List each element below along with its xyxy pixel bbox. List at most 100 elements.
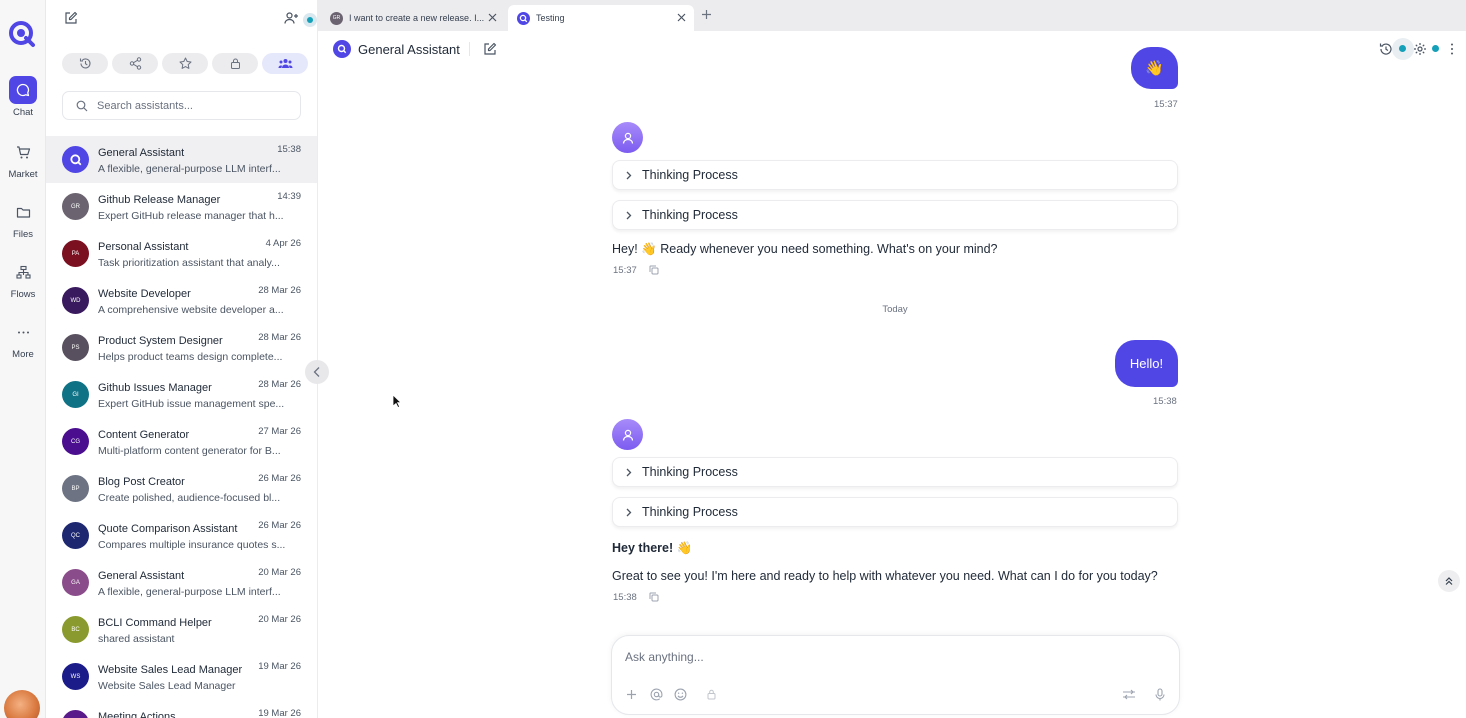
assistant-description: Task prioritization assistant that analy…	[98, 257, 280, 269]
history-icon[interactable]	[1379, 42, 1393, 56]
assistant-avatar: BP	[62, 475, 89, 502]
tab-testing[interactable]: Testing	[508, 5, 694, 31]
assistant-timestamp: 20 Mar 26	[258, 567, 301, 578]
chevron-left-icon	[313, 367, 320, 377]
assistant-list-item[interactable]: GA General Assistant A flexible, general-p…	[46, 559, 317, 606]
day-separator: Today	[882, 304, 908, 315]
assistant-list-item[interactable]: General Assistant A flexible, general-pur…	[46, 136, 317, 183]
assistant-avatar: BC	[62, 616, 89, 643]
assistant-description: Website Sales Lead Manager	[98, 680, 236, 692]
emoji-icon[interactable]	[674, 688, 687, 701]
assistant-timestamp: 28 Mar 26	[258, 332, 301, 343]
microphone-icon[interactable]	[1155, 688, 1165, 701]
rail-item-chat[interactable]: Chat	[0, 76, 46, 118]
rail-label: Files	[12, 229, 34, 240]
new-chat-icon[interactable]	[64, 11, 78, 25]
plus-icon[interactable]	[626, 689, 637, 700]
chevron-right-icon	[625, 171, 632, 180]
assistant-avatar: QC	[62, 522, 89, 549]
assistant-list: General Assistant A flexible, general-pur…	[46, 136, 317, 718]
user-avatar[interactable]	[4, 690, 40, 718]
assistant-timestamp: 19 Mar 26	[258, 661, 301, 672]
thinking-label: Thinking Process	[642, 505, 738, 519]
app-logo-icon[interactable]	[8, 20, 36, 48]
chevron-right-icon	[625, 508, 632, 517]
gear-icon[interactable]	[1413, 42, 1427, 56]
thinking-process-toggle[interactable]: Thinking Process	[612, 200, 1178, 230]
private-filter-tab[interactable]	[212, 53, 258, 74]
assistant-logo-icon	[333, 40, 351, 58]
assistant-avatar: GR	[62, 193, 89, 220]
assistant-name: Website Sales Lead Manager	[98, 664, 243, 676]
assistant-name: Quote Comparison Assistant	[98, 523, 238, 535]
assistant-timestamp: 28 Mar 26	[258, 285, 301, 296]
settings-toggle-icon[interactable]	[1122, 689, 1136, 700]
scroll-to-top-button[interactable]	[1438, 570, 1460, 592]
assistant-list-item[interactable]: QC Quote Comparison Assistant Compares mul…	[46, 512, 317, 559]
thinking-process-toggle[interactable]: Thinking Process	[612, 457, 1178, 487]
tab-release[interactable]: GR I want to create a new release. I...	[321, 5, 505, 31]
mention-icon[interactable]	[650, 688, 663, 701]
more-vertical-icon[interactable]	[1449, 42, 1455, 56]
history-filter-tab[interactable]	[62, 53, 108, 74]
assistant-timestamp: 26 Mar 26	[258, 520, 301, 531]
team-filter-tab[interactable]	[262, 53, 308, 74]
assistant-avatar: WD	[62, 287, 89, 314]
assistant-filter-tabs	[62, 53, 308, 74]
rail-item-flows[interactable]: Flows	[0, 258, 46, 300]
user-icon	[622, 429, 633, 441]
folder-icon	[9, 198, 37, 226]
message-input[interactable]	[625, 650, 1145, 664]
assistant-name: Github Issues Manager	[98, 382, 212, 394]
user-message: 👋	[1131, 47, 1178, 89]
assistant-message-text: Hey! 👋 Ready whenever you need something…	[612, 242, 998, 256]
close-icon[interactable]	[677, 13, 686, 22]
new-tab-icon[interactable]	[701, 9, 712, 20]
assistant-description: Multi-platform content generator for B..…	[98, 445, 281, 457]
tab-title: Testing	[536, 13, 565, 23]
rail-item-more[interactable]: More	[0, 318, 46, 360]
assistant-name: Website Developer	[98, 288, 191, 300]
chat-title[interactable]: General Assistant	[358, 42, 460, 57]
assistant-avatar: GI	[62, 381, 89, 408]
assistant-search[interactable]	[62, 91, 301, 120]
thinking-process-toggle[interactable]: Thinking Process	[612, 160, 1178, 190]
assistant-name: General Assistant	[98, 147, 185, 159]
assistant-description: Expert GitHub release manager that h...	[98, 210, 284, 222]
assistant-list-item[interactable]: GI Github Issues Manager Expert GitHub iss…	[46, 371, 317, 418]
thinking-process-toggle[interactable]: Thinking Process	[612, 497, 1178, 527]
assistant-logo-icon	[62, 146, 89, 173]
favorites-filter-tab[interactable]	[162, 53, 208, 74]
assistant-message-text: Great to see you! I'm here and ready to …	[612, 569, 1158, 583]
assistant-timestamp: 19 Mar 26	[258, 708, 301, 718]
shared-filter-tab[interactable]	[112, 53, 158, 74]
status-dot	[1399, 45, 1406, 52]
assistant-name: Github Release Manager	[98, 194, 221, 206]
search-input[interactable]	[97, 99, 287, 112]
collapse-sidebar-button[interactable]	[305, 360, 329, 384]
star-icon	[179, 57, 191, 69]
rail-item-files[interactable]: Files	[0, 198, 46, 240]
assistant-list-item[interactable]: BP Blog Post Creator Create polished, audi…	[46, 465, 317, 512]
rail-label: Chat	[12, 107, 34, 118]
assistant-list-item[interactable]: WS Website Sales Lead Manager Website Sale…	[46, 653, 317, 700]
assistant-description: Create polished, audience-focused bl...	[98, 492, 281, 504]
user-message: Hello!	[1115, 340, 1178, 387]
close-icon[interactable]	[488, 13, 497, 22]
assistant-list-item[interactable]: GR Github Release Manager Expert GitHub re…	[46, 183, 317, 230]
add-user-icon[interactable]	[284, 11, 299, 25]
copy-icon[interactable]	[649, 265, 659, 275]
copy-icon[interactable]	[649, 592, 659, 602]
assistant-list-item[interactable]: CG Content Generator Multi-platform conten…	[46, 418, 317, 465]
assistant-list-item[interactable]: WD Website Developer A comprehensive websi…	[46, 277, 317, 324]
lock-icon[interactable]	[707, 689, 716, 700]
search-icon	[76, 100, 88, 112]
assistant-list-item[interactable]: BC BCLI Command Helper shared assistant 20 …	[46, 606, 317, 653]
mouse-cursor-icon	[392, 394, 402, 409]
assistant-list-item[interactable]: PA Personal Assistant Task prioritization …	[46, 230, 317, 277]
assistant-list-item[interactable]: PS Product System Designer Helps product t…	[46, 324, 317, 371]
rail-item-market[interactable]: Market	[0, 138, 46, 180]
assistant-avatar: MA	[62, 710, 89, 718]
edit-chat-icon[interactable]	[483, 42, 497, 56]
assistant-list-item[interactable]: MA Meeting Actions 19 Mar 26	[46, 700, 317, 718]
